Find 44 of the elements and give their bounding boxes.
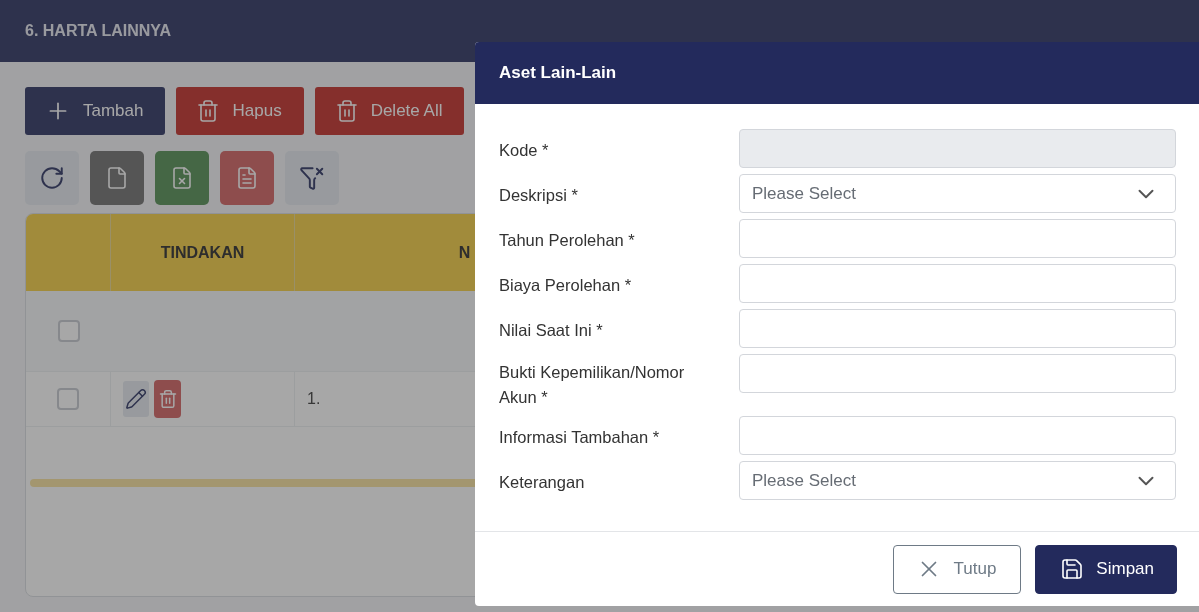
- field-label: Kode *: [499, 140, 550, 161]
- close-button[interactable]: Tutup: [892, 544, 1022, 594]
- field-label: Keterangan: [499, 472, 586, 493]
- input-field[interactable]: [739, 416, 1176, 455]
- refresh-button[interactable]: [25, 151, 79, 205]
- trash-icon: [334, 99, 359, 123]
- add-button[interactable]: Tambah: [25, 87, 166, 135]
- pdf-button[interactable]: [220, 151, 274, 205]
- delete-button[interactable]: Hapus: [176, 87, 304, 135]
- excel-button[interactable]: [155, 151, 209, 205]
- column-header: TINDAKAN: [160, 243, 245, 262]
- input-field[interactable]: [739, 264, 1176, 303]
- modal-title: Aset Lain-Lain: [499, 63, 617, 83]
- field-label: Nilai Saat Ini *: [499, 320, 604, 341]
- checkbox[interactable]: [57, 320, 80, 342]
- field-label: Bukti Kepemilikan/Nomor Akun *: [499, 362, 686, 408]
- field-label: Tahun Perolehan *: [499, 230, 636, 251]
- file-icon: [105, 166, 129, 190]
- file-button[interactable]: [90, 151, 144, 205]
- trash-icon: [196, 99, 221, 123]
- edit-button[interactable]: [123, 381, 149, 417]
- field-label: Biaya Perolehan *: [499, 275, 633, 296]
- input-field[interactable]: [739, 219, 1176, 258]
- trash-icon: [157, 389, 178, 409]
- input-field[interactable]: [739, 309, 1176, 348]
- field-label: Informasi Tambahan *: [499, 427, 661, 448]
- delete-button[interactable]: [154, 380, 181, 418]
- refresh-icon: [39, 165, 65, 191]
- row-number: 1.: [307, 390, 321, 408]
- input-field[interactable]: [739, 354, 1176, 393]
- delete-button[interactable]: Delete All: [314, 87, 465, 135]
- clear-filter-icon: [299, 165, 325, 191]
- section-title: 6. HARTA LAINNYA: [25, 22, 172, 40]
- select-field[interactable]: Please Select: [739, 461, 1176, 500]
- file-x-icon: [170, 166, 194, 190]
- clear-filter-button[interactable]: [285, 151, 339, 205]
- select-field[interactable]: Please Select: [739, 174, 1176, 213]
- field-label: Deskripsi *: [499, 185, 579, 206]
- column-header: N: [458, 243, 471, 262]
- checkbox[interactable]: [57, 388, 79, 410]
- pdf-file-icon: [235, 166, 259, 190]
- save-icon: [1060, 557, 1085, 581]
- pencil-icon: [125, 388, 147, 410]
- save-button[interactable]: Simpan: [1035, 544, 1177, 594]
